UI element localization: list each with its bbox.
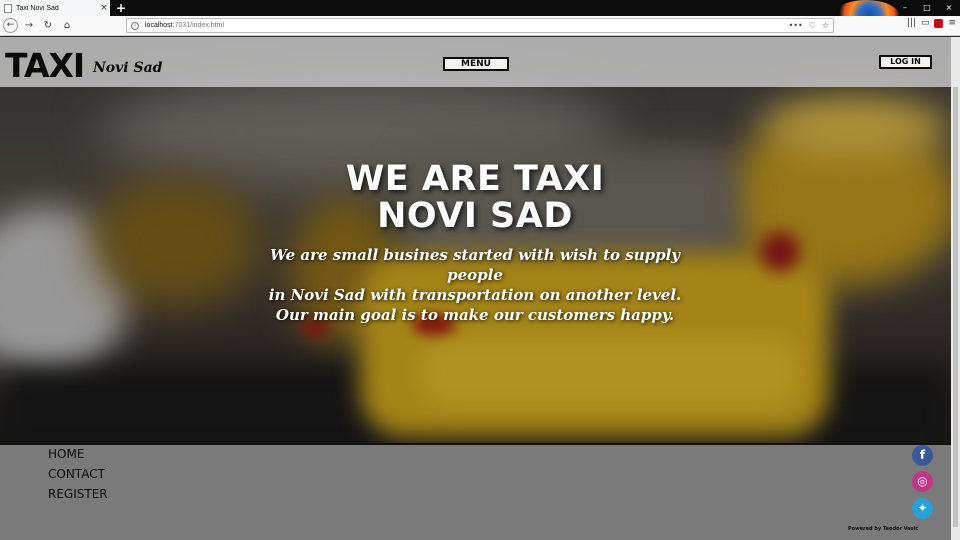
tab-strip: Taxi Novi Sad × + – □ × [0,0,960,34]
hero-title-line: NOVI SAD [377,196,573,236]
adblock-icon[interactable] [934,18,944,28]
tab-title: Taxi Novi Sad [16,4,59,12]
url-host: localhost [145,22,173,29]
footer-link-contact[interactable]: CONTACT [48,467,105,481]
close-window-button[interactable]: × [938,0,960,16]
info-icon[interactable]: i [131,21,139,30]
pocket-icon[interactable]: ♡ [809,21,816,30]
site-footer [0,443,951,540]
window-controls: – □ × [894,0,960,16]
hero-background: WE ARE TAXI NOVI SAD We are small busine… [0,37,951,443]
login-button[interactable]: LOG IN [879,55,932,69]
page-actions-icon[interactable]: ••• [789,21,803,30]
reload-icon[interactable]: ↻ [40,18,56,34]
hero-text-line: in Novi Sad with transportation on anoth… [268,286,682,304]
browser-tab[interactable]: Taxi Novi Sad × [0,0,110,16]
twitter-icon[interactable]: ✦ [912,498,933,519]
url-path: :7031/index.html [172,22,225,29]
instagram-icon[interactable]: ◎ [912,471,933,492]
page-viewport: WE ARE TAXI NOVI SAD We are small busine… [0,37,951,540]
hero-description: We are small busines started with wish t… [255,245,695,325]
powered-by-text: Powered by Teodor Vasić [848,526,919,532]
hero-title: WE ARE TAXI NOVI SAD [275,161,675,235]
bookmark-star-icon[interactable]: ☆ [822,21,829,30]
back-icon[interactable]: ← [3,18,18,33]
close-tab-icon[interactable]: × [98,3,110,13]
logo-subtitle: Novi Sad [93,60,163,76]
url-actions: ••• ♡ ☆ [789,19,830,32]
new-tab-button[interactable]: + [114,0,128,16]
minimize-button[interactable]: – [894,0,916,16]
library-icon[interactable]: ||| [907,18,916,28]
hero-text-line: We are small busines started with wish t… [269,246,680,284]
scrollbar-thumb[interactable] [953,87,958,527]
home-icon[interactable]: ⌂ [59,18,75,34]
hamburger-menu-icon[interactable]: ≡ [948,18,956,28]
logo-title[interactable]: TAXI [5,46,85,85]
page-scrollbar[interactable] [951,37,960,540]
maximize-button[interactable]: □ [916,0,938,16]
forward-icon[interactable]: → [21,18,37,34]
page-icon [4,3,12,13]
menu-button[interactable]: MENU [443,57,509,71]
address-bar[interactable]: i localhost :7031/index.html ••• ♡ ☆ [126,18,834,33]
hero-title-line: WE ARE TAXI [345,159,605,199]
footer-link-home[interactable]: HOME [48,447,84,461]
sidebar-icon[interactable]: ▭ [921,18,930,28]
facebook-icon[interactable]: f [912,445,933,466]
hero-text-line: Our main goal is to make our customers h… [275,306,675,324]
navigation-toolbar: ← → ↻ ⌂ i localhost :7031/index.html •••… [0,16,960,36]
site-header: TAXI Novi Sad MENU LOG IN [0,37,951,87]
toolbar-right: ||| ▭ ≡ [907,18,956,28]
footer-link-register[interactable]: REGISTER [48,487,108,501]
